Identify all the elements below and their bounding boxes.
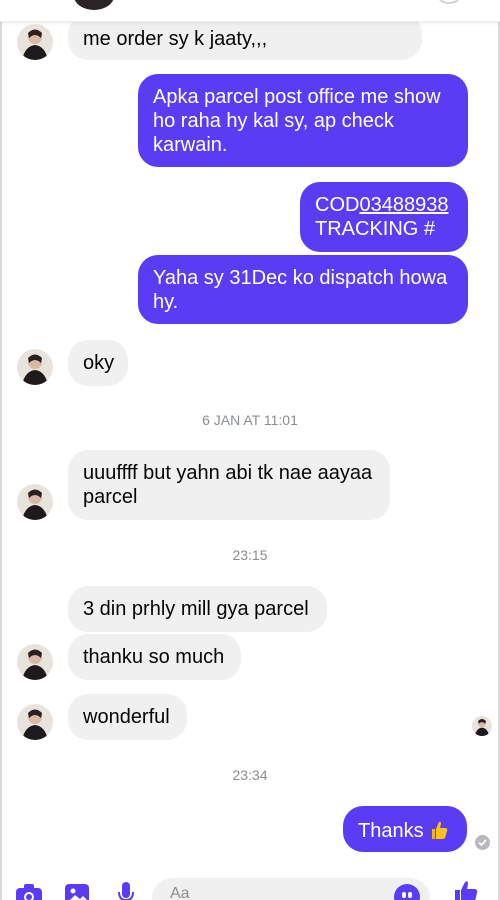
- message-text: me order sy k jaaty,,,: [83, 28, 268, 50]
- contact-avatar[interactable]: [17, 484, 53, 520]
- message-incoming[interactable]: 3 din prhly mill gya parcel: [68, 586, 327, 632]
- message-text: 3 din prhly mill gya parcel: [83, 598, 309, 620]
- microphone-icon[interactable]: [118, 882, 134, 900]
- header-action-icon[interactable]: [438, 0, 460, 4]
- contact-avatar[interactable]: [17, 24, 53, 60]
- delivered-check-icon: [475, 835, 490, 850]
- message-text-line: parcel: [83, 486, 138, 508]
- screen-frame-left: [0, 0, 2, 900]
- seen-indicator-avatar: [472, 716, 492, 736]
- message-incoming[interactable]: oky: [68, 340, 128, 386]
- tracking-number-link[interactable]: 03488938: [359, 194, 448, 216]
- message-input[interactable]: Aa: [152, 878, 430, 900]
- message-text-line: hy.: [153, 291, 179, 313]
- message-outgoing[interactable]: Thanks: [343, 806, 467, 852]
- timestamp: 23:34: [232, 767, 268, 783]
- message-outgoing[interactable]: Yaha sy 31Dec ko dispatch howa hy.: [138, 255, 468, 324]
- message-text-line: karwain.: [153, 134, 228, 156]
- header-avatar[interactable]: [74, 0, 114, 10]
- message-text: Thanks: [358, 820, 424, 842]
- like-icon[interactable]: [454, 880, 478, 900]
- tracking-prefix: COD: [315, 194, 360, 216]
- message-incoming[interactable]: uuuffff but yahn abi tk nae aayaa parcel: [68, 450, 390, 520]
- timestamp: 6 JAN AT 11:01: [202, 412, 298, 428]
- message-text-line: uuuffff but yahn abi tk nae aayaa: [83, 462, 373, 484]
- message-text-line: Yaha sy 31Dec ko dispatch howa: [153, 267, 448, 289]
- camera-icon[interactable]: [16, 884, 42, 900]
- contact-avatar[interactable]: [17, 704, 53, 740]
- contact-avatar[interactable]: [17, 349, 53, 385]
- gallery-icon[interactable]: [65, 884, 89, 900]
- message-text: thanku so much: [83, 646, 225, 668]
- message-outgoing[interactable]: Apka parcel post office me show ho raha …: [138, 74, 468, 167]
- message-outgoing[interactable]: COD03488938 TRACKING #: [300, 182, 468, 252]
- message-incoming[interactable]: wonderful: [68, 694, 187, 740]
- message-text-line: Apka parcel post office me show: [153, 86, 441, 108]
- message-text-line: TRACKING #: [315, 218, 436, 240]
- conversation-header: [0, 0, 500, 22]
- timestamp: 23:15: [232, 547, 268, 563]
- message-text: oky: [83, 352, 115, 374]
- contact-avatar[interactable]: [17, 644, 53, 680]
- message-incoming[interactable]: thanku so much: [68, 634, 241, 680]
- thumbs-up-emoji-icon: [430, 820, 448, 840]
- message-text-line: ho raha hy kal sy, ap check: [153, 110, 394, 132]
- message-text: wonderful: [83, 706, 170, 728]
